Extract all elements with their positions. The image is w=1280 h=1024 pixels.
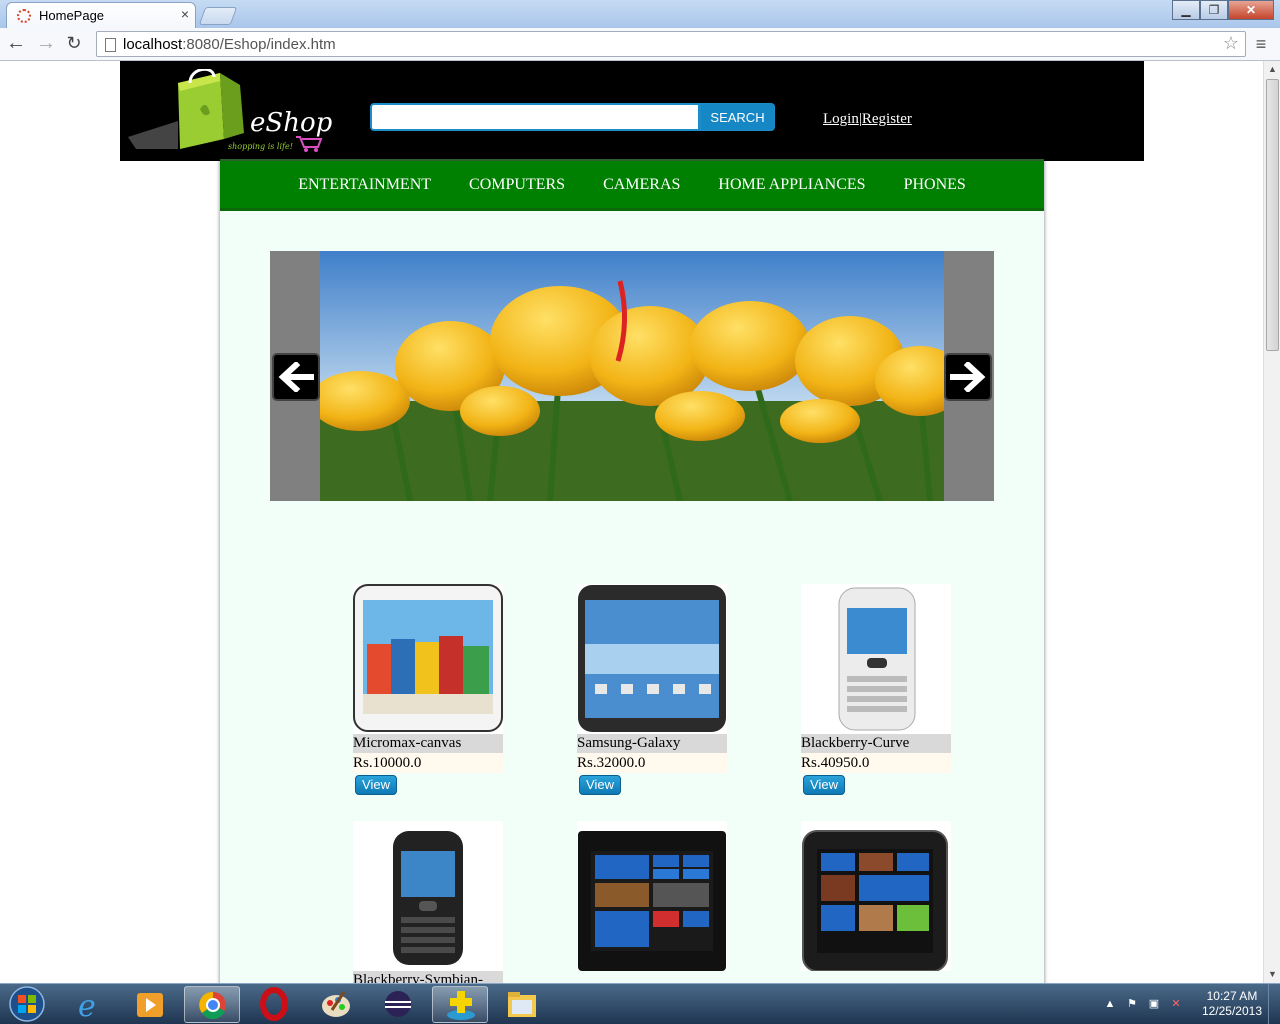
- nav-entertainment[interactable]: ENTERTAINMENT: [298, 176, 431, 194]
- taskbar-eclipse-icon[interactable]: [370, 986, 426, 1023]
- volume-muted-icon[interactable]: ✕: [1169, 997, 1183, 1011]
- scroll-down-icon[interactable]: ▼: [1264, 966, 1280, 983]
- product-name: Blackberry-Curve: [801, 734, 951, 753]
- url-text: localhost:8080/Eshop/index.htm: [123, 36, 336, 53]
- action-center-flag-icon[interactable]: ⚑: [1125, 997, 1139, 1011]
- slider-prev-arrow-icon[interactable]: [272, 353, 320, 401]
- tab-close-icon[interactable]: ×: [181, 6, 189, 22]
- product-card: [577, 821, 727, 971]
- product-name: Samsung-Galaxy: [577, 734, 727, 753]
- browser-toolbar: ← → ↻ localhost:8080/Eshop/index.htm ☆ ≡: [0, 28, 1280, 61]
- new-tab-button[interactable]: [198, 7, 238, 25]
- product-card: [801, 821, 951, 972]
- slide-image-tulips: [320, 251, 944, 501]
- clock-date: 12/25/2013: [1201, 1004, 1262, 1018]
- search-button[interactable]: SEARCH: [700, 103, 775, 131]
- slider-next-arrow-icon[interactable]: [944, 353, 992, 401]
- product-image-samsung[interactable]: [577, 584, 727, 734]
- taskbar-explorer-icon[interactable]: [494, 986, 550, 1023]
- nav-cameras[interactable]: CAMERAS: [603, 176, 680, 194]
- minimize-button[interactable]: ▁: [1172, 0, 1200, 20]
- product-image-micromax[interactable]: [353, 584, 503, 734]
- clock[interactable]: 10:27 AM 12/25/2013: [1202, 989, 1262, 1019]
- scroll-up-icon[interactable]: ▲: [1264, 61, 1280, 78]
- product-image-nokia-lumia-520[interactable]: [577, 821, 727, 971]
- window-controls: ▁ ❐ ✕: [1172, 0, 1274, 20]
- windows-taskbar: e ▲ ⚑ ▣ ✕ 10:27 AM 12/25/2013: [0, 983, 1280, 1024]
- product-name: Blackberry-Symbian-: [353, 971, 503, 983]
- scrollbar-thumb[interactable]: [1266, 79, 1279, 351]
- nav-home-appliances[interactable]: HOME APPLIANCES: [718, 176, 865, 194]
- nav-phones[interactable]: PHONES: [904, 176, 966, 194]
- clock-time: 10:27 AM: [1206, 989, 1258, 1003]
- taskbar-ie-icon[interactable]: e: [62, 986, 118, 1024]
- svg-text:eShop: eShop: [250, 108, 333, 138]
- view-button[interactable]: View: [803, 775, 845, 795]
- content-panel: ENTERTAINMENT COMPUTERS CAMERAS HOME APP…: [220, 159, 1044, 983]
- taskbar-opera-icon[interactable]: [246, 986, 302, 1023]
- search-input[interactable]: [370, 103, 700, 131]
- show-hidden-icons-icon[interactable]: ▲: [1103, 997, 1117, 1011]
- auth-links: Login|Register: [823, 111, 912, 128]
- image-slider: [270, 251, 994, 501]
- svg-text:shopping is life!: shopping is life!: [228, 142, 293, 151]
- product-image-blackberry-symbian[interactable]: [353, 821, 503, 971]
- taskbar-app-icon[interactable]: [432, 986, 488, 1023]
- tab-title: HomePage: [39, 8, 105, 23]
- nav-computers[interactable]: COMPUTERS: [469, 176, 565, 194]
- svg-text:e: e: [78, 989, 96, 1023]
- product-card: Samsung-Galaxy Rs.32000.0 View: [577, 584, 727, 795]
- page-icon: [105, 38, 116, 52]
- product-card: Blackberry-Symbian-: [353, 821, 503, 983]
- product-image-nokia-lumia-610[interactable]: [801, 821, 951, 972]
- view-button[interactable]: View: [355, 775, 397, 795]
- product-card: Blackberry-Curve Rs.40950.0 View: [801, 584, 951, 795]
- register-link[interactable]: Register: [862, 111, 912, 127]
- product-price: Rs.40950.0: [801, 753, 951, 773]
- browser-tab[interactable]: HomePage ×: [6, 2, 196, 28]
- bookmark-star-icon[interactable]: ☆: [1223, 33, 1239, 54]
- address-bar[interactable]: localhost:8080/Eshop/index.htm ☆: [96, 31, 1246, 57]
- reload-icon[interactable]: ↻: [62, 32, 86, 56]
- taskbar-paint-icon[interactable]: [308, 986, 364, 1023]
- system-tray: ▲ ⚑ ▣ ✕ 10:27 AM 12/25/2013: [1095, 984, 1280, 1024]
- vertical-scrollbar[interactable]: ▲ ▼: [1263, 61, 1280, 983]
- product-price: Rs.10000.0: [353, 753, 503, 773]
- forward-icon[interactable]: →: [34, 32, 58, 56]
- site-header: eShop shopping is life! SEARCH Login|Reg…: [120, 61, 1144, 161]
- product-card: Micromax-canvas Rs.10000.0 View: [353, 584, 503, 795]
- back-icon[interactable]: ←: [4, 32, 28, 56]
- view-button[interactable]: View: [579, 775, 621, 795]
- loading-icon: [17, 9, 31, 23]
- start-button[interactable]: [4, 985, 50, 1023]
- eshop-logo[interactable]: eShop shopping is life!: [128, 69, 333, 153]
- product-image-blackberry-curve[interactable]: [801, 584, 951, 734]
- category-nav: ENTERTAINMENT COMPUTERS CAMERAS HOME APP…: [220, 159, 1044, 211]
- close-window-button[interactable]: ✕: [1228, 0, 1274, 20]
- page-viewport: eShop shopping is life! SEARCH Login|Reg…: [0, 61, 1263, 983]
- product-price: Rs.32000.0: [577, 753, 727, 773]
- taskbar-chrome-icon[interactable]: [184, 986, 240, 1023]
- maximize-button[interactable]: ❐: [1200, 0, 1228, 20]
- chrome-menu-icon[interactable]: ≡: [1252, 32, 1270, 56]
- product-name: Micromax-canvas: [353, 734, 503, 753]
- network-icon[interactable]: ▣: [1147, 997, 1161, 1011]
- taskbar-media-player-icon[interactable]: [122, 986, 178, 1023]
- show-desktop-button[interactable]: [1268, 984, 1280, 1024]
- browser-titlebar: HomePage × ▁ ❐ ✕: [0, 0, 1280, 28]
- login-link[interactable]: Login: [823, 111, 859, 127]
